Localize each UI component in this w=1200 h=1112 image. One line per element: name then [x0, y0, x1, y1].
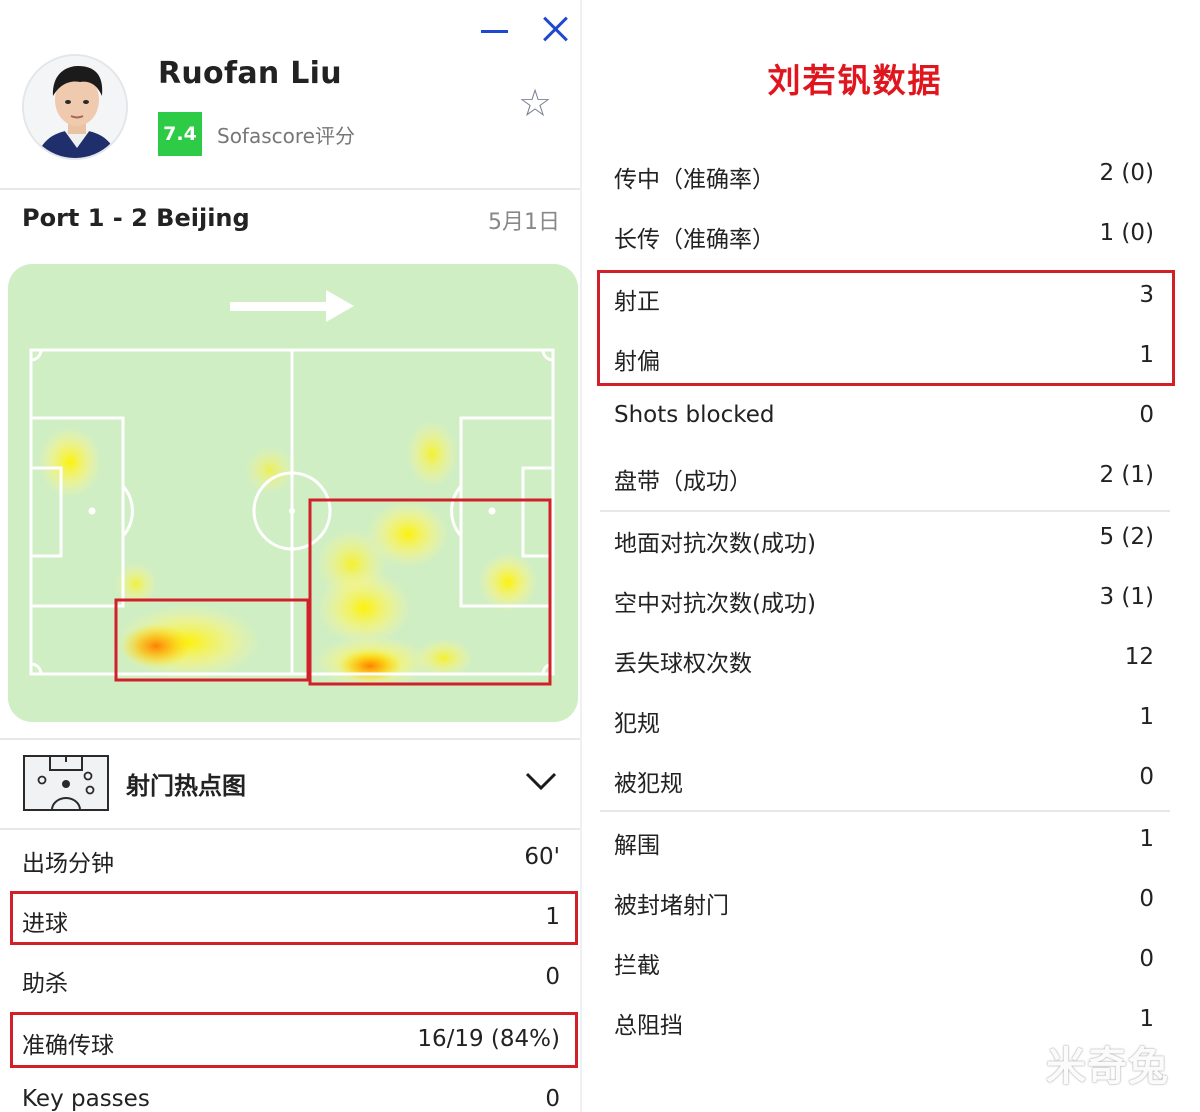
- stat-row: 助杀 0: [0, 952, 580, 1004]
- stat-label: Key passes: [22, 1086, 150, 1112]
- rating-badge: 7.4: [158, 112, 202, 156]
- panel-divider: [580, 0, 582, 1112]
- divider: [0, 738, 580, 740]
- rating-label: Sofascore评分: [217, 124, 355, 148]
- divider: [600, 810, 1170, 812]
- stat-row: 丢失球权次数 12: [600, 634, 1160, 684]
- stat-value: 0: [1139, 946, 1154, 972]
- stat-label: 传中（准确率）: [614, 167, 775, 193]
- stat-label: 总阻挡: [614, 1013, 683, 1039]
- stat-label: 解围: [614, 833, 660, 859]
- minimize-icon[interactable]: [481, 30, 508, 33]
- stat-value: 2 (1): [1099, 462, 1154, 488]
- stat-row: 空中对抗次数(成功) 3 (1): [600, 574, 1160, 624]
- stat-value: 2 (0): [1099, 160, 1154, 186]
- stat-label: 丢失球权次数: [614, 651, 752, 677]
- close-icon[interactable]: [540, 14, 570, 44]
- stat-row: 盘带（成功） 2 (1): [600, 452, 1160, 502]
- stat-row: 被封堵射门 0: [600, 876, 1160, 926]
- shot-map-icon: [22, 754, 110, 812]
- divider: [0, 188, 580, 190]
- stat-label: 犯规: [614, 711, 660, 737]
- stat-row: 解围 1: [600, 816, 1160, 866]
- highlight-passes: [10, 1012, 578, 1068]
- stat-value: 0: [1139, 402, 1154, 428]
- right-title: 刘若钒数据: [767, 61, 943, 100]
- watermark: 米奇兔: [1046, 1044, 1169, 1090]
- player-name: Ruofan Liu: [158, 56, 342, 91]
- stat-label: 被封堵射门: [614, 893, 729, 919]
- stat-label: Shots blocked: [614, 402, 775, 428]
- stat-row: Shots blocked 0: [600, 392, 1160, 442]
- divider: [600, 510, 1170, 512]
- stat-row: 被犯规 0: [600, 754, 1160, 804]
- stat-label: 出场分钟: [22, 851, 114, 877]
- match-score[interactable]: Port 1 - 2 Beijing: [22, 204, 250, 232]
- stat-label: 空中对抗次数(成功): [614, 591, 816, 617]
- shot-map-label[interactable]: 射门热点图: [126, 766, 246, 801]
- stat-value: 0: [1139, 886, 1154, 912]
- highlight-goals: [10, 891, 578, 945]
- arrow-right-icon: [230, 290, 354, 322]
- match-date: 5月1日: [488, 210, 560, 235]
- stat-row: Key passes 0: [0, 1074, 580, 1112]
- stat-value: 12: [1124, 644, 1154, 670]
- stat-row: 拦截 0: [600, 936, 1160, 986]
- stat-label: 长传（准确率）: [614, 227, 775, 253]
- stat-value: 1 (0): [1099, 220, 1154, 246]
- stat-value: 0: [1139, 764, 1154, 790]
- stat-value: 1: [1139, 826, 1154, 852]
- stat-value: 5 (2): [1099, 524, 1154, 550]
- avatar: [22, 54, 128, 160]
- stat-label: 拦截: [614, 953, 660, 979]
- stat-row: 长传（准确率） 1 (0): [600, 210, 1160, 260]
- stat-label: 盘带（成功）: [614, 469, 752, 495]
- stat-row: 犯规 1: [600, 694, 1160, 744]
- heatmap: [8, 264, 578, 722]
- player-panel: Ruofan Liu 7.4 Sofascore评分 ☆ Port 1 - 2 …: [0, 0, 582, 1112]
- star-icon[interactable]: ☆: [518, 84, 552, 122]
- stat-row: 出场分钟 60': [0, 832, 580, 884]
- stat-value: 1: [1139, 704, 1154, 730]
- stat-value: 1: [1139, 1006, 1154, 1032]
- stat-row: 地面对抗次数(成功) 5 (2): [600, 514, 1160, 564]
- stat-value: 0: [545, 964, 560, 990]
- divider: [0, 828, 580, 830]
- stat-value: 60': [524, 844, 560, 870]
- stat-value: 3 (1): [1099, 584, 1154, 610]
- stat-value: 0: [545, 1086, 560, 1112]
- stat-row: 传中（准确率） 2 (0): [600, 150, 1160, 200]
- stat-label: 地面对抗次数(成功): [614, 531, 816, 557]
- stat-label: 助杀: [22, 971, 68, 997]
- highlight-shots: [597, 270, 1175, 386]
- chevron-down-icon[interactable]: [524, 770, 558, 792]
- stat-label: 被犯规: [614, 771, 683, 797]
